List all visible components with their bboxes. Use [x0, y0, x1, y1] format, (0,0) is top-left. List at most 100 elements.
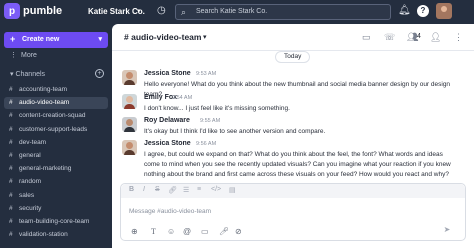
text-format-icon[interactable]: T: [151, 227, 156, 236]
message-text: It's okay but I think I'd like to see an…: [144, 128, 326, 135]
sidebar-item-security[interactable]: # security: [4, 203, 108, 215]
avatar[interactable]: [122, 140, 137, 155]
video-call-icon[interactable]: ▭: [362, 32, 371, 43]
sidebar-item-dev-team[interactable]: # dev-team: [4, 137, 108, 149]
search-input[interactable]: ⌕ Search Katie Stark Co.: [175, 4, 391, 20]
sidebar-item-more[interactable]: ⋮ More: [10, 51, 37, 59]
plus-circle-icon[interactable]: ⊕: [131, 227, 138, 236]
phone-icon[interactable]: ☏: [384, 32, 395, 43]
sidebar-item-label: general: [19, 152, 41, 159]
add-channel-icon[interactable]: +: [95, 69, 104, 78]
avatar[interactable]: [122, 117, 137, 132]
bullet-list-icon[interactable]: ☰: [183, 186, 189, 194]
channels-title: Channels: [15, 71, 46, 78]
sidebar-item-team-building-core-team[interactable]: # team-building-core-team: [4, 216, 108, 228]
strikethrough-icon[interactable]: S: [155, 186, 160, 193]
hash-icon: #: [9, 138, 13, 146]
chevron-down-icon: ▾: [98, 36, 102, 43]
sidebar-item-label: team-building-core-team: [19, 218, 90, 225]
sidebar-item-label: general-marketing: [19, 165, 72, 173]
hash-icon: #: [9, 218, 13, 225]
sidebar-item-content-creation-squad[interactable]: # content-creation-squad: [4, 110, 108, 122]
sidebar-item-validation-station[interactable]: # validation-station: [4, 229, 108, 241]
message-text: I agree, but could we expand on that? Wh…: [144, 151, 451, 178]
avatar[interactable]: [122, 70, 137, 85]
hash-icon: #: [9, 191, 13, 199]
sidebar-item-accounting-team[interactable]: # accounting-team: [4, 84, 108, 96]
sidebar-item-general[interactable]: # general: [4, 150, 108, 162]
sidebar-item-customer-support-leads[interactable]: # customer-support-leads: [4, 124, 108, 136]
message-author[interactable]: Jessica Stone: [144, 140, 191, 147]
sidebar-item-random[interactable]: # random: [4, 176, 108, 188]
hash-icon: #: [9, 152, 13, 159]
hash-icon: #: [9, 112, 13, 120]
sidebar-item-label: security: [19, 204, 42, 212]
code-block-icon[interactable]: ▤: [229, 186, 236, 194]
mention-icon[interactable]: @: [183, 227, 191, 236]
brand-name: pumble: [23, 5, 63, 17]
message-timestamp: 9:56 AM: [196, 141, 217, 147]
pumble-logo: p: [4, 3, 20, 19]
sidebar-item-label: validation-station: [19, 231, 68, 239]
message-text: I don't know... I just feel like it's mi…: [144, 105, 290, 112]
message-author[interactable]: Jessica Stone: [144, 70, 191, 77]
member-count[interactable]: 4: [417, 33, 421, 40]
history-icon[interactable]: ◷: [157, 5, 166, 16]
bold-icon[interactable]: B: [129, 186, 134, 193]
sidebar-item-label: customer-support-leads: [19, 125, 88, 133]
sidebar-item-label: content-creation-squad: [19, 112, 86, 120]
message-input[interactable]: Message #audio-video-team: [129, 208, 211, 215]
sidebar-item-audio-video-team[interactable]: # audio-video-team: [4, 97, 108, 110]
sidebar-item-label: accounting-team: [19, 86, 68, 93]
create-new-button[interactable]: + Create new ▾: [4, 32, 108, 48]
numbered-list-icon[interactable]: ≡: [197, 186, 201, 193]
more-options-icon[interactable]: ⋮: [454, 32, 463, 43]
hash-icon: #: [9, 86, 13, 93]
sidebar-item-label: random: [19, 178, 42, 186]
search-placeholder: Search Katie Stark Co.: [196, 8, 268, 15]
date-divider: Today: [275, 51, 311, 63]
link-icon[interactable]: 🔗︎: [168, 186, 177, 194]
message-author[interactable]: Roy Delaware: [144, 117, 190, 124]
add-member-icon[interactable]: 👤︎: [430, 32, 441, 43]
sidebar: + Create new ▾ ⋮ More ▾ Channels + # accou…: [0, 24, 112, 248]
channels-section-title[interactable]: ▾ Channels: [10, 70, 45, 78]
chevron-down-icon[interactable]: ▾: [203, 33, 207, 41]
channel-title[interactable]: # audio-video-team: [124, 32, 201, 42]
slash-command-icon[interactable]: ⊘: [235, 227, 242, 236]
sidebar-item-label: audio-video-team: [19, 99, 70, 107]
bell-icon[interactable]: 🔔︎: [398, 5, 411, 16]
hash-icon: #: [9, 125, 13, 133]
help-icon[interactable]: ?: [417, 5, 429, 17]
avatar[interactable]: [122, 94, 137, 109]
sidebar-item-general-marketing[interactable]: # general-marketing: [4, 163, 108, 175]
emoji-icon[interactable]: ☺: [167, 227, 175, 236]
plus-icon: +: [10, 34, 16, 44]
avatar[interactable]: [436, 3, 452, 19]
hash-icon: #: [9, 165, 13, 173]
main-panel: # audio-video-team ▾ ▭ ☏ 👥︎ 4 👤︎ ⋮ Today…: [112, 24, 474, 248]
hash-icon: #: [9, 231, 13, 239]
message-composer[interactable]: B I S 🔗︎ ☰ ≡ </> ▤ Message #audio-video-…: [120, 183, 466, 241]
search-icon: ⌕: [181, 7, 187, 17]
channel-header: # audio-video-team ▾ ▭ ☏ 👥︎ 4 👤︎ ⋮: [112, 24, 474, 51]
italic-icon[interactable]: I: [143, 186, 145, 193]
hash-icon: #: [9, 178, 13, 186]
sidebar-item-label: dev-team: [19, 138, 47, 146]
chevron-down-icon[interactable]: ▾: [137, 7, 141, 15]
channel-title-text: audio-video-team: [131, 32, 202, 42]
create-new-label: Create new: [22, 36, 60, 43]
hash-icon: #: [9, 204, 13, 212]
sidebar-item-label: sales: [19, 191, 35, 199]
top-bar: p pumble Katie Stark Co. ▾ ◷ ⌕ Search Ka…: [0, 0, 474, 24]
video-clip-icon[interactable]: ▭: [201, 227, 209, 236]
code-icon[interactable]: </>: [211, 186, 221, 193]
hash-icon: #: [9, 99, 13, 107]
message-timestamp: 9:54 AM: [172, 95, 193, 101]
formatting-toolbar: B I S 🔗︎ ☰ ≡ </> ▤: [121, 184, 465, 198]
more-label: More: [21, 52, 37, 59]
sidebar-item-sales[interactable]: # sales: [4, 190, 108, 202]
microphone-icon[interactable]: 🎤︎: [219, 227, 229, 236]
message-timestamp: 9:53 AM: [196, 71, 217, 77]
send-icon[interactable]: ➤: [439, 225, 455, 237]
